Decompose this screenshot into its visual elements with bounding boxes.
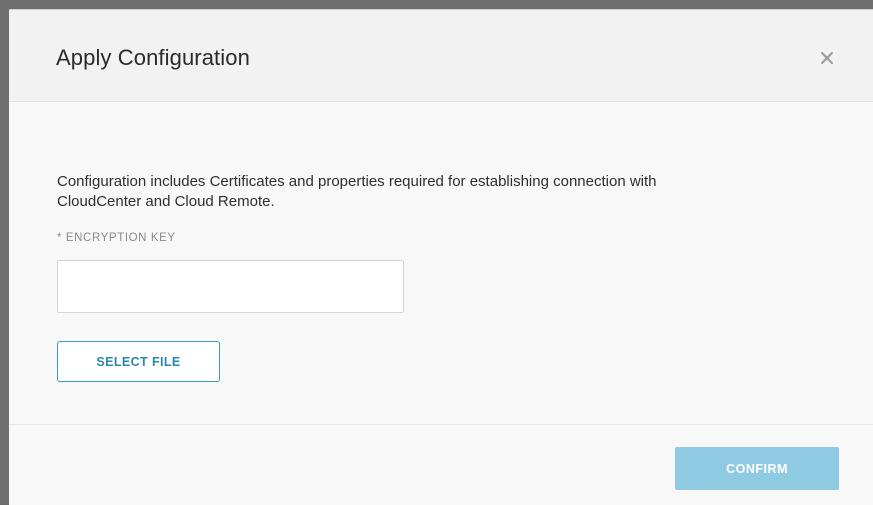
apply-configuration-dialog: Apply Configuration Configuration includ… — [9, 9, 873, 505]
dialog-header: Apply Configuration — [9, 10, 873, 102]
confirm-button[interactable]: CONFIRM — [675, 447, 839, 490]
close-button[interactable] — [819, 50, 835, 66]
dialog-description: Configuration includes Certificates and … — [57, 173, 657, 210]
close-icon — [821, 52, 833, 64]
encryption-key-input[interactable] — [57, 260, 404, 313]
dialog-body: Configuration includes Certificates and … — [9, 102, 873, 424]
dialog-title: Apply Configuration — [56, 45, 250, 70]
dialog-footer: CONFIRM — [9, 424, 873, 505]
encryption-key-label: * ENCRYPTION KEY — [57, 232, 176, 244]
select-file-button[interactable]: SELECT FILE — [57, 341, 220, 382]
